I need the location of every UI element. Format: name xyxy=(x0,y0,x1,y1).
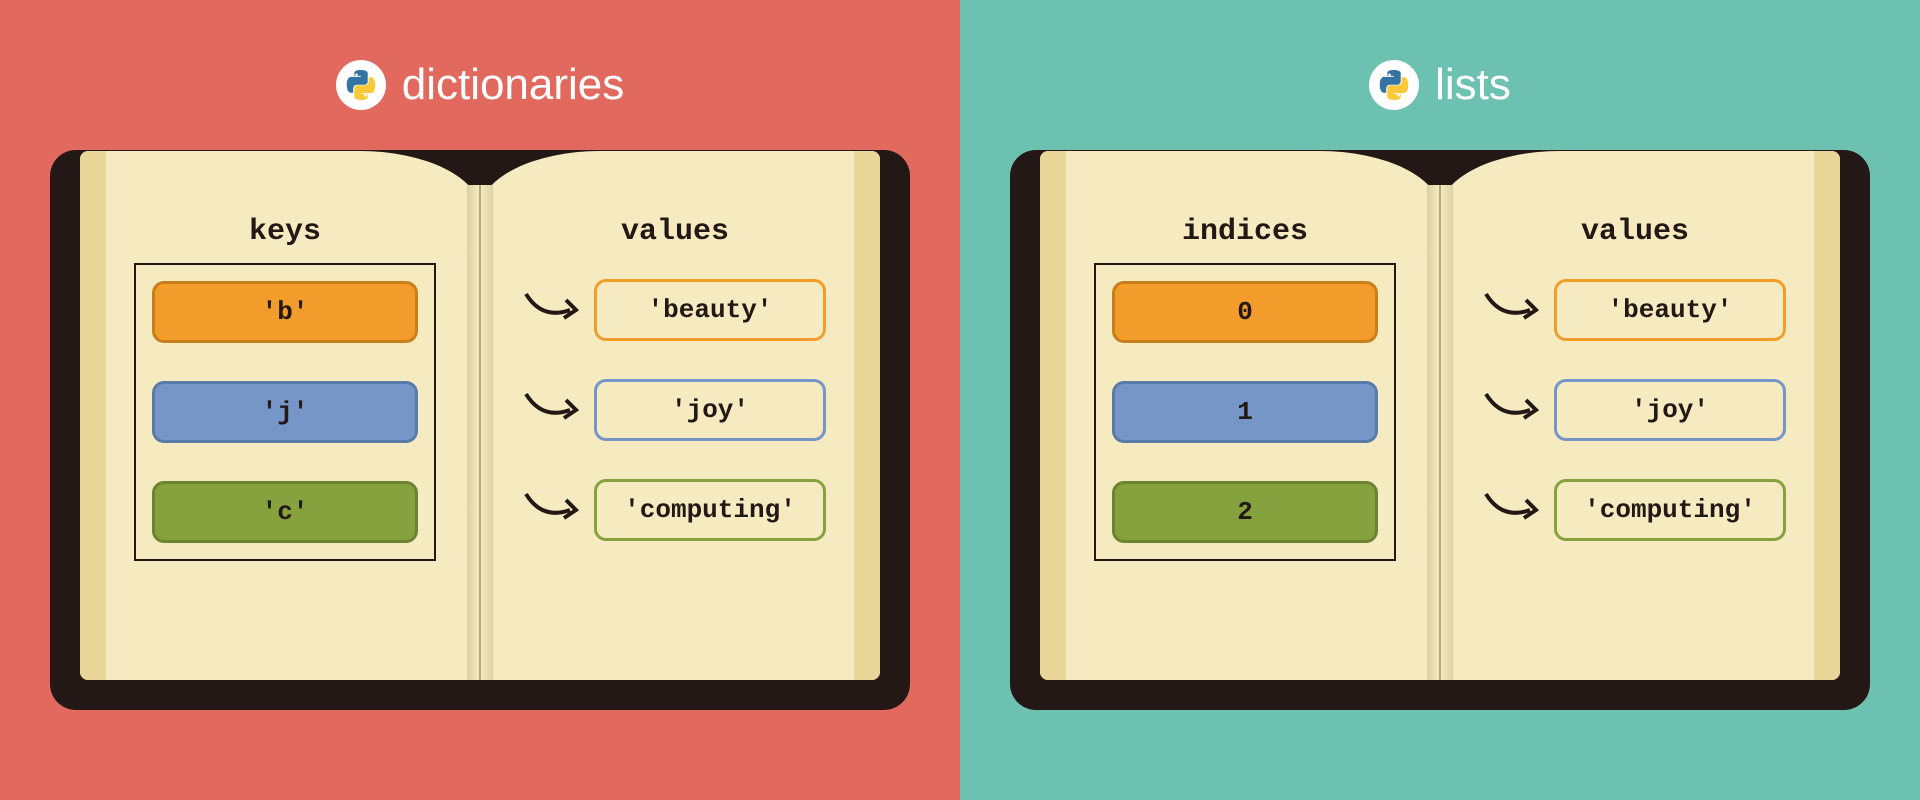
value-pill: 'joy' xyxy=(1554,379,1786,441)
keys-box: 'b' 'j' 'c' xyxy=(134,263,436,561)
key-pill: 'j' xyxy=(152,381,418,443)
title-lists: lists xyxy=(1369,60,1511,110)
python-icon xyxy=(1369,60,1419,110)
key-pill: 'c' xyxy=(152,481,418,543)
indices-header: indices xyxy=(1094,215,1396,249)
panel-lists: lists indices 0 1 2 values xyxy=(960,0,1920,800)
index-pill: 0 xyxy=(1112,281,1378,343)
arrow-icon xyxy=(524,288,584,333)
book-dictionaries: keys 'b' 'j' 'c' values 'beauty' xyxy=(50,150,910,710)
arrow-icon xyxy=(524,388,584,433)
arrow-icon xyxy=(1484,488,1544,533)
index-pill: 1 xyxy=(1112,381,1378,443)
title-dictionaries: dictionaries xyxy=(336,60,625,110)
page-values: values 'beauty' 'joy' xyxy=(480,185,880,680)
python-icon xyxy=(336,60,386,110)
value-pill: 'beauty' xyxy=(594,279,826,341)
keys-header: keys xyxy=(134,215,436,249)
arrow-icon xyxy=(1484,388,1544,433)
values-header: values xyxy=(524,215,826,249)
arrow-icon xyxy=(524,488,584,533)
value-pill: 'computing' xyxy=(594,479,826,541)
index-pill: 2 xyxy=(1112,481,1378,543)
value-pill: 'joy' xyxy=(594,379,826,441)
value-pill: 'computing' xyxy=(1554,479,1786,541)
values-header: values xyxy=(1484,215,1786,249)
book-lists: indices 0 1 2 values 'beauty' xyxy=(1010,150,1870,710)
key-pill: 'b' xyxy=(152,281,418,343)
panel-dictionaries: dictionaries keys 'b' 'j' 'c' values xyxy=(0,0,960,800)
title-text: dictionaries xyxy=(402,60,625,110)
title-text: lists xyxy=(1435,60,1511,110)
arrow-icon xyxy=(1484,288,1544,333)
page-values: values 'beauty' 'joy' xyxy=(1440,185,1840,680)
page-indices: indices 0 1 2 xyxy=(1040,185,1440,680)
value-pill: 'beauty' xyxy=(1554,279,1786,341)
indices-box: 0 1 2 xyxy=(1094,263,1396,561)
page-keys: keys 'b' 'j' 'c' xyxy=(80,185,480,680)
